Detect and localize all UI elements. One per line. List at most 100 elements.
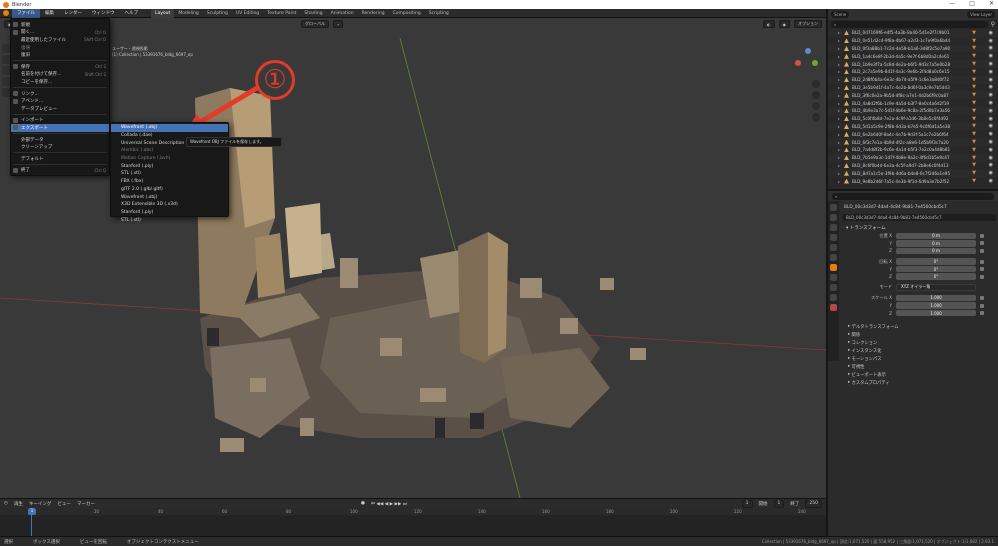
export-menu-item[interactable]: STL (.stl) bbox=[111, 170, 228, 178]
options-dropdown[interactable]: オプション bbox=[794, 20, 822, 28]
properties-search-input[interactable]: ⌕ bbox=[832, 192, 994, 200]
outliner-row[interactable]: ▸ BLD_6f3c7e1a-4b9d-4f2c-a8e6-1d5b9f3c7a2… bbox=[828, 138, 998, 146]
visibility-eye-icon[interactable]: ◉ bbox=[989, 38, 993, 44]
lock-icon[interactable] bbox=[980, 303, 984, 308]
gizmo-z-icon[interactable] bbox=[805, 48, 811, 54]
outliner-row[interactable]: ▸ BLD_7b5e9a3c-1d7f-4b8e-9a2c-4f6d1b5e9c4… bbox=[828, 153, 998, 162]
timeline-marker-menu[interactable]: マーカー bbox=[77, 501, 95, 507]
expand-arrow-icon[interactable]: ▸ bbox=[838, 46, 840, 51]
outliner-row[interactable]: ▸ BLD_0f3a88b1-7c2d-4e59-b1a6-3d8f2c5e7a9… bbox=[828, 44, 998, 53]
properties-subpanel[interactable]: ▸ ビューポート表示 bbox=[840, 371, 998, 379]
expand-arrow-icon[interactable]: ▸ bbox=[838, 85, 840, 90]
expand-arrow-icon[interactable]: ▸ bbox=[838, 30, 840, 35]
expand-arrow-icon[interactable]: ▸ bbox=[838, 140, 840, 145]
expand-arrow-icon[interactable]: ▸ bbox=[838, 147, 840, 152]
export-menu-item[interactable]: Wavefront (.obj) bbox=[111, 193, 228, 201]
modifier-tab-icon[interactable] bbox=[830, 274, 837, 281]
overlay-toggle-icon[interactable]: ◐ bbox=[763, 20, 775, 28]
view-layer-tab-icon[interactable] bbox=[830, 234, 837, 241]
properties-subpanel[interactable]: ▸ 可視性 bbox=[840, 363, 998, 371]
minimize-button[interactable]: — bbox=[949, 0, 955, 7]
visibility-eye-icon[interactable]: ◉ bbox=[989, 84, 993, 90]
workspace-tab-layout[interactable]: Layout bbox=[151, 8, 175, 18]
export-menu-item[interactable]: X3D Extensible 3D (.x3d) bbox=[111, 201, 228, 209]
rotation-x-field[interactable]: 0° bbox=[896, 258, 976, 265]
properties-subpanel[interactable]: ▸ コレクション bbox=[840, 339, 998, 347]
visibility-eye-icon[interactable]: ◉ bbox=[989, 123, 993, 129]
timeline-ruler[interactable]: 020406080100120140160180200220240 bbox=[0, 508, 826, 515]
expand-arrow-icon[interactable]: ▸ bbox=[838, 77, 840, 82]
scale-x-field[interactable]: 1.000 bbox=[896, 294, 976, 302]
menu-render[interactable]: レンダー bbox=[59, 9, 87, 18]
constraint-tab-icon[interactable] bbox=[830, 284, 837, 291]
filter-icon[interactable]: ⚲ bbox=[991, 21, 995, 28]
lock-icon[interactable] bbox=[980, 295, 984, 300]
camera-view-icon[interactable] bbox=[812, 102, 820, 110]
expand-arrow-icon[interactable]: ▸ bbox=[838, 69, 840, 74]
scale-y-field[interactable]: 1.000 bbox=[896, 302, 976, 309]
file-menu-item[interactable]: インポート bbox=[11, 117, 109, 125]
export-menu-item[interactable]: FBX (.fbx) bbox=[111, 178, 228, 186]
visibility-eye-icon[interactable]: ◉ bbox=[989, 100, 993, 106]
outliner-row[interactable]: ▸ BLD_0e51d2c4-9f8a-4b67-a2d3-1c7e9f0a6b4… bbox=[828, 37, 998, 45]
transform-orientation-selector[interactable]: グローバル bbox=[300, 20, 329, 28]
3d-viewport[interactable]: ▣ Object Mode グローバル ⌁ ◐ ◉ オプション ユーザー・透視投… bbox=[0, 18, 826, 498]
outliner-row[interactable]: ▸ BLD_6e2b6d0f-8a4c-4e7b-9d3f-5a1c7e2b6f6… bbox=[828, 130, 998, 138]
lock-icon[interactable] bbox=[980, 248, 984, 253]
export-menu-item[interactable]: STL (.stl) bbox=[111, 216, 228, 224]
outliner-row[interactable]: ▸ BLD_7a4d8f2b-9c6e-4a1d-b5f3-7e2c0a4d8b8… bbox=[828, 146, 998, 154]
tool-tab-icon[interactable] bbox=[830, 204, 837, 211]
expand-arrow-icon[interactable]: ▸ bbox=[838, 163, 840, 168]
file-menu-item[interactable]: 最近使用したファイル Shift Ctrl O bbox=[11, 36, 109, 44]
workspace-tab-uv-editing[interactable]: UV Editing bbox=[232, 9, 263, 18]
gizmo-x-icon[interactable] bbox=[795, 60, 801, 66]
expand-arrow-icon[interactable]: ▸ bbox=[838, 54, 840, 59]
file-menu-item[interactable]: エクスポート bbox=[11, 124, 109, 132]
world-tab-icon[interactable] bbox=[830, 254, 837, 261]
visibility-eye-icon[interactable]: ◉ bbox=[989, 77, 993, 83]
outliner-search-input[interactable]: ⌕ bbox=[831, 21, 988, 28]
start-frame-field[interactable]: 1 bbox=[773, 499, 785, 508]
properties-subpanel[interactable]: ▸ カスタムプロパティ bbox=[840, 379, 998, 387]
workspace-tab-rendering[interactable]: Rendering bbox=[358, 9, 389, 18]
export-menu-item[interactable]: Alembic (.abc) bbox=[111, 147, 228, 155]
rotation-y-field[interactable]: 0° bbox=[896, 265, 976, 273]
outliner-row[interactable]: ▸ BLD_5d1a5c9e-2f8b-4d3a-b7e5-9c0f6d1a5e3… bbox=[828, 122, 998, 131]
outliner-row[interactable]: ▸ BLD_9e8b2d6f-7a5c-4e3b-9f1d-6d9a3e7b2f5… bbox=[828, 177, 998, 185]
scale-z-field[interactable]: 1.000 bbox=[896, 309, 976, 317]
outliner-row[interactable]: ▸ BLD_2c7a5e9b-8d1f-4a3c-9e6b-2f4d8a0c6e1… bbox=[828, 68, 998, 76]
playback-controls-icon[interactable]: ⏮ ◀◀ ◀ ▶ ▶▶ ⏭ bbox=[371, 501, 407, 507]
location-x-field[interactable]: 0 m bbox=[896, 232, 976, 240]
end-frame-field[interactable]: 250 bbox=[805, 499, 822, 508]
file-menu-item[interactable]: 終了 Ctrl Q bbox=[11, 167, 109, 175]
export-menu-item[interactable]: glTF 2.0 (.glb/.gltf) bbox=[111, 186, 228, 194]
expand-arrow-icon[interactable]: ▸ bbox=[838, 124, 840, 129]
outliner-row[interactable]: ▸ BLD_3f6c0e2a-9b5d-4f8c-a7e1-4d2b6f9c0a8… bbox=[828, 91, 998, 100]
export-menu-item[interactable]: Stanford (.ply) bbox=[111, 162, 228, 170]
expand-arrow-icon[interactable]: ▸ bbox=[838, 93, 840, 98]
data-tab-icon[interactable] bbox=[830, 294, 837, 301]
timeline-playback-menu[interactable]: 再生 bbox=[14, 501, 23, 507]
workspace-tab-animation[interactable]: Animation bbox=[327, 9, 358, 18]
export-menu-item[interactable]: Motion Capture (.bvh) bbox=[111, 155, 228, 163]
scene-selector[interactable]: Scene bbox=[831, 11, 850, 18]
expand-arrow-icon[interactable]: ▸ bbox=[838, 62, 840, 67]
menu-window[interactable]: ウィンドウ bbox=[87, 9, 120, 18]
outliner-row[interactable]: ▸ BLD_4a8d2f6b-1c9e-4a5d-b3f7-8e0c4a6d2f1… bbox=[828, 99, 998, 107]
expand-arrow-icon[interactable]: ▸ bbox=[838, 132, 840, 137]
outliner-row[interactable]: ▸ BLD_8d7a1c5e-3f9b-4d6a-b4e8-0c7f2d6a1e9… bbox=[828, 169, 998, 178]
timeline-keying-menu[interactable]: キーイング bbox=[29, 501, 52, 507]
properties-subpanel[interactable]: ▸ モーションパス bbox=[840, 355, 998, 363]
workspace-tab-scripting[interactable]: Scripting bbox=[425, 9, 453, 18]
rotation-mode-select[interactable]: XYZ オイラー角 bbox=[896, 284, 976, 291]
lock-icon[interactable] bbox=[980, 311, 984, 316]
outliner-row[interactable]: ▸ BLD_2d8f0b4a-6e3c-4b7d-a5f9-1c6e3a8d0f7… bbox=[828, 75, 998, 84]
expand-arrow-icon[interactable]: ▸ bbox=[838, 171, 840, 176]
expand-arrow-icon[interactable]: ▸ bbox=[838, 38, 840, 43]
workspace-tab-compositing[interactable]: Compositing bbox=[389, 9, 425, 18]
outliner-row[interactable]: ▸ BLD_0d7169f6-e4f5-4a3b-8a40-5d1e2f7c9b0… bbox=[828, 29, 998, 37]
outliner-row[interactable]: ▸ BLD_1a4c6e8f-2b3d-4a5c-9e7f-6b8d0a2c4e6… bbox=[828, 52, 998, 60]
view-layer-selector[interactable]: View Layer bbox=[967, 11, 995, 18]
pan-hand-icon[interactable] bbox=[812, 91, 820, 99]
material-tab-icon[interactable] bbox=[830, 304, 837, 311]
